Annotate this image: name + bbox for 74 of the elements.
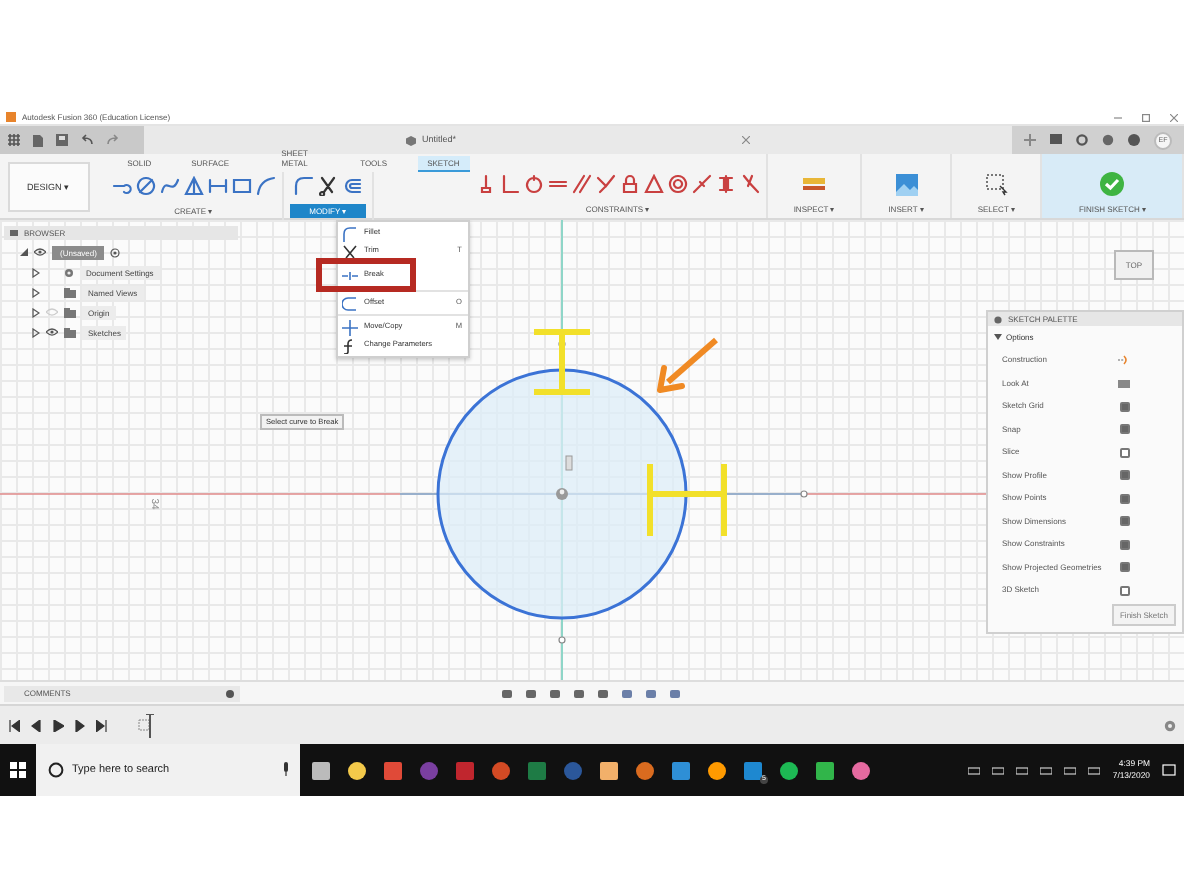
triangle-icon[interactable] <box>183 176 204 196</box>
offset-icon[interactable] <box>341 176 362 196</box>
symmetry-icon[interactable] <box>715 174 736 194</box>
triangle-icon[interactable] <box>643 174 664 194</box>
collapse-arrow-icon[interactable] <box>994 334 1002 341</box>
i-beam-marker <box>647 461 727 539</box>
sketch-point <box>800 490 808 498</box>
checkbox[interactable] <box>1120 516 1130 527</box>
checkbox[interactable] <box>1120 424 1130 435</box>
scissors-icon <box>342 243 358 259</box>
image-icon[interactable] <box>895 173 917 195</box>
save-icon[interactable] <box>56 134 68 146</box>
move-icon <box>342 319 358 335</box>
notifications-icon[interactable] <box>1162 763 1176 777</box>
undo-icon[interactable] <box>80 134 94 146</box>
refresh-icon[interactable] <box>1076 134 1088 146</box>
close-icon[interactable] <box>742 136 750 144</box>
checkbox[interactable] <box>1120 493 1130 504</box>
checkbox[interactable] <box>1120 539 1130 550</box>
break-icon <box>342 267 358 283</box>
ruler-icon[interactable] <box>802 176 826 192</box>
offset-icon <box>342 295 358 311</box>
spline-icon[interactable] <box>159 176 180 196</box>
maximize-icon[interactable] <box>1142 113 1150 121</box>
gear-icon[interactable] <box>994 315 1002 323</box>
app-logo-icon <box>6 112 16 122</box>
folder-icon <box>64 307 76 317</box>
search-icon <box>48 762 64 778</box>
sketch-point <box>558 636 566 644</box>
checkbox[interactable] <box>1120 585 1130 596</box>
pointer-arrow <box>657 337 718 393</box>
concentric-icon[interactable] <box>667 174 688 194</box>
midpoint-icon[interactable] <box>691 174 712 194</box>
microphone-icon <box>282 762 290 776</box>
fillet-icon <box>342 225 358 241</box>
timeline-marker[interactable] <box>138 713 158 737</box>
settings-icon[interactable] <box>1164 719 1176 731</box>
skip-start-icon[interactable] <box>8 719 20 731</box>
origin-point-icon <box>556 488 568 500</box>
function-icon <box>342 337 358 353</box>
lock-icon[interactable] <box>619 174 640 194</box>
folder-icon <box>64 327 76 337</box>
constraint-glyph <box>565 455 573 471</box>
perpendicular-icon[interactable] <box>499 174 520 194</box>
arc-icon[interactable] <box>255 176 276 196</box>
target-icon[interactable] <box>110 247 121 257</box>
expand-arrow-icon[interactable] <box>20 248 28 256</box>
checkmark-icon[interactable] <box>1100 172 1125 196</box>
fix-icon[interactable] <box>475 174 496 194</box>
close-icon[interactable] <box>1170 113 1178 121</box>
select-icon[interactable] <box>985 173 1008 195</box>
skip-end-icon[interactable] <box>96 719 108 731</box>
folder-icon <box>64 287 76 297</box>
parallel-icon[interactable] <box>571 174 592 194</box>
cube-icon <box>405 135 416 145</box>
checkbox[interactable] <box>1120 470 1130 481</box>
eye-icon[interactable] <box>46 328 58 336</box>
curvature-icon[interactable] <box>739 174 760 194</box>
rectangle-icon[interactable] <box>231 176 252 196</box>
file-icon[interactable] <box>32 133 44 147</box>
play-icon[interactable] <box>52 719 64 731</box>
gear-icon <box>64 267 74 277</box>
step-forward-icon[interactable] <box>74 719 86 731</box>
scissors-icon[interactable] <box>317 176 338 196</box>
checkbox[interactable] <box>1120 447 1130 458</box>
checkbox[interactable] <box>1120 401 1130 412</box>
angle-icon[interactable] <box>595 174 616 194</box>
step-back-icon[interactable] <box>30 719 42 731</box>
i-beam-marker <box>531 329 593 395</box>
sketch-point <box>682 490 690 498</box>
eye-icon[interactable] <box>34 248 46 256</box>
checkbox[interactable] <box>1120 562 1130 573</box>
construction-icon[interactable] <box>1118 354 1130 367</box>
fillet-icon[interactable] <box>293 176 314 196</box>
